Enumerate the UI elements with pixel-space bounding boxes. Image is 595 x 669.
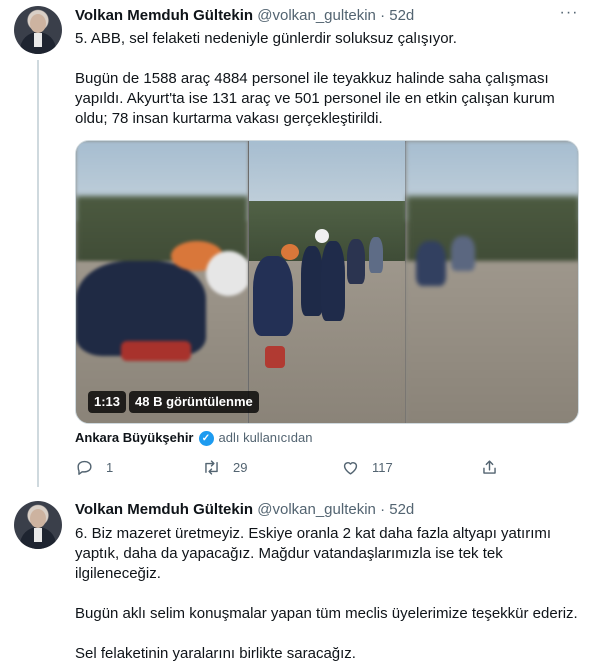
video-player[interactable]: 1:13 48 B görüntülenme bbox=[75, 140, 579, 424]
video-view-count: 48 B görüntülenme bbox=[129, 391, 259, 413]
tweet[interactable]: Volkan Memduh Gültekin @volkan_gultekin … bbox=[0, 0, 595, 487]
tweet-paragraph: Bugün aklı selim konuşmalar yapan tüm me… bbox=[75, 605, 578, 622]
like-button[interactable]: 117 bbox=[341, 456, 393, 478]
reply-count: 1 bbox=[106, 459, 114, 475]
retweet-button[interactable]: 29 bbox=[202, 456, 247, 478]
video-frame-left bbox=[76, 141, 248, 423]
source-account-name[interactable]: Ankara Büyükşehir bbox=[75, 429, 194, 447]
timestamp[interactable]: 52d bbox=[389, 7, 414, 24]
heart-icon bbox=[343, 461, 358, 475]
author-handle[interactable]: @volkan_gultekin bbox=[257, 501, 376, 518]
separator: · bbox=[380, 7, 386, 24]
video-overlay: 1:13 48 B görüntülenme bbox=[88, 391, 259, 413]
retweet-icon bbox=[205, 459, 218, 475]
share-icon bbox=[483, 459, 496, 474]
avatar[interactable] bbox=[14, 501, 62, 549]
tweet-text: 5. ABB, sel felaketi nedeniyle günlerdir… bbox=[75, 29, 580, 129]
retweet-count: 29 bbox=[233, 459, 248, 475]
author-name[interactable]: Volkan Memduh Gültekin bbox=[75, 501, 253, 518]
avatar[interactable] bbox=[14, 6, 62, 54]
video-duration: 1:13 bbox=[88, 391, 127, 413]
tweet-paragraph: 5. ABB, sel felaketi nedeniyle günlerdir… bbox=[75, 30, 457, 47]
tweet-paragraph: Sel felaketinin yaralarını birlikte sara… bbox=[75, 645, 356, 662]
separator: · bbox=[380, 501, 386, 518]
video-attribution: Ankara Büyükşehir ✓ adlı kullanıcıdan bbox=[75, 429, 312, 447]
tweet-actions: 1 29 117 bbox=[75, 456, 505, 478]
video-frame-right bbox=[406, 141, 578, 423]
share-button[interactable] bbox=[480, 456, 499, 478]
timestamp[interactable]: 52d bbox=[389, 501, 414, 518]
like-count: 117 bbox=[372, 459, 393, 475]
tweet-paragraph: Bugün de 1588 araç 4884 personel ile tey… bbox=[75, 70, 555, 127]
tweet[interactable]: Volkan Memduh Gültekin @volkan_gultekin … bbox=[0, 487, 595, 669]
thread-connector-line bbox=[37, 60, 39, 487]
more-horizontal-icon[interactable]: ··· bbox=[559, 5, 579, 26]
verified-badge-icon: ✓ bbox=[198, 430, 214, 446]
source-attribution-text: adlı kullanıcıdan bbox=[218, 430, 313, 445]
reply-icon bbox=[77, 460, 92, 475]
tweet-header: Volkan Memduh Gültekin @volkan_gultekin … bbox=[75, 6, 414, 26]
tweet-paragraph: 6. Biz mazeret üretmeyiz. Eskiye oranla … bbox=[75, 525, 552, 582]
tweet-header: Volkan Memduh Gültekin @volkan_gultekin … bbox=[75, 500, 414, 520]
reply-button[interactable]: 1 bbox=[75, 456, 113, 478]
author-handle[interactable]: @volkan_gultekin bbox=[257, 7, 376, 24]
video-frame-center bbox=[248, 141, 406, 423]
author-name[interactable]: Volkan Memduh Gültekin bbox=[75, 7, 253, 24]
tweet-text: 6. Biz mazeret üretmeyiz. Eskiye oranla … bbox=[75, 524, 580, 664]
